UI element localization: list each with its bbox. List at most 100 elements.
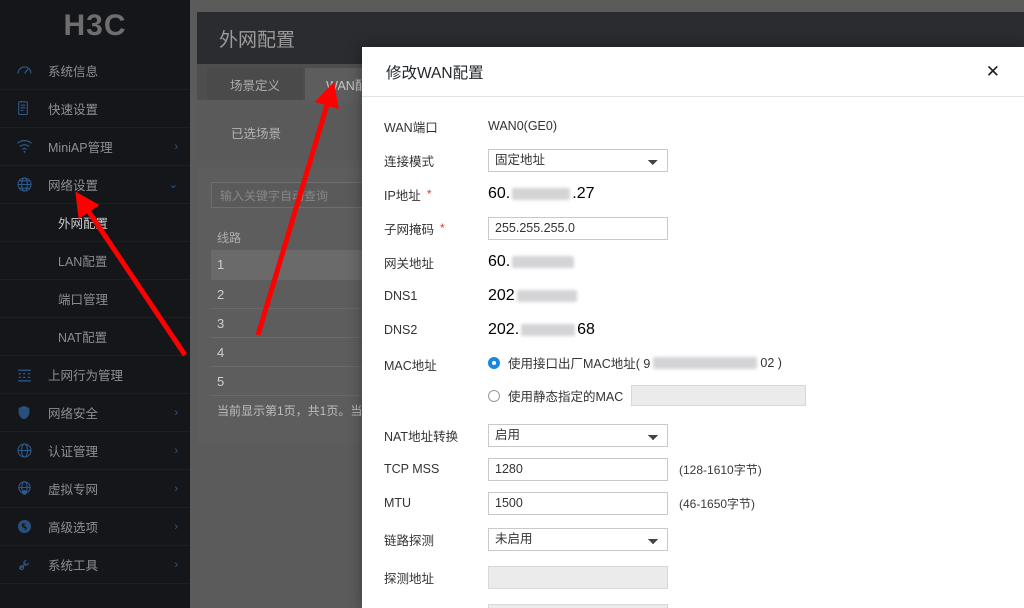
required-asterisk: *: [426, 187, 432, 201]
mac-factory-radio-row[interactable]: 使用接口出厂MAC地址( 9 02 ): [488, 353, 806, 372]
gateway-prefix: 60.: [488, 253, 511, 270]
probe-interval-input[interactable]: [488, 603, 668, 608]
field-label: 探测地址: [384, 571, 435, 586]
radio-selected-icon: [488, 356, 500, 369]
close-icon[interactable]: ✕: [980, 59, 1006, 84]
sidebar-item-label: MiniAP管理: [48, 141, 113, 155]
field-mac-address: MAC地址 使用接口出厂MAC地址( 9 02 ) 使用静态指定的MAC: [362, 353, 1024, 406]
sidebar-item-label: 上网行为管理: [48, 369, 124, 383]
vpn-icon: [16, 480, 40, 498]
sidebar: H3C 系统信息 快速设置 MiniAP管理 › 网络设置 ⌄ 外网配置 LAN…: [0, 0, 190, 608]
gauge-icon: [16, 62, 40, 80]
advanced-icon: [16, 518, 40, 536]
sidebar-item-system-tools[interactable]: 系统工具 ›: [0, 546, 190, 584]
sidebar-item-quick-setup[interactable]: 快速设置: [0, 90, 190, 128]
field-wan-port: WAN端口 WAN0(GE0): [362, 111, 1024, 141]
mtu-input[interactable]: [488, 491, 668, 515]
redacted-mask: [653, 356, 758, 369]
chevron-down-icon: ⌄: [168, 179, 178, 191]
cell-line: 4: [217, 344, 225, 360]
tcp-mss-input[interactable]: [488, 457, 668, 481]
field-label: TCP MSS: [384, 462, 440, 476]
field-label: NAT地址转换: [384, 429, 459, 444]
field-gateway: 网关地址 60.: [362, 247, 1024, 277]
sidebar-item-nat-peizhi[interactable]: NAT配置: [0, 318, 190, 356]
sidebar-item-label: 认证管理: [48, 445, 99, 459]
chevron-right-icon: ›: [174, 140, 178, 153]
redacted-mask: [516, 290, 577, 302]
chevron-right-icon: ›: [174, 520, 178, 533]
sidebar-item-behavior-management[interactable]: 上网行为管理: [0, 356, 190, 394]
sidebar-item-vpn[interactable]: 虚拟专网 ›: [0, 470, 190, 508]
edit-wan-config-dialog: 修改WAN配置 ✕ WAN端口 WAN0(GE0) 连接模式 固定地址 IP地址…: [362, 47, 1024, 608]
sidebar-item-advanced-options[interactable]: 高级选项 ›: [0, 508, 190, 546]
dns2-input[interactable]: 202. 68: [488, 321, 595, 339]
dns1-input[interactable]: 202: [488, 287, 577, 305]
tab-label: 场景定义: [229, 78, 280, 93]
cell-line: 5: [217, 373, 225, 389]
field-label: 网关地址: [384, 256, 435, 271]
subnet-mask-input[interactable]: [488, 216, 668, 240]
field-label-text: IP地址: [384, 188, 421, 203]
field-label: 连接模式: [384, 154, 435, 169]
brand-logo-text: H3C: [63, 9, 127, 42]
dialog-header: 修改WAN配置 ✕: [362, 47, 1024, 97]
field-ip-address: IP地址 * 60. .27: [362, 179, 1024, 209]
field-label: 链路探测: [384, 533, 435, 548]
quick-setup-icon: [16, 100, 40, 118]
sidebar-item-lan-peizhi[interactable]: LAN配置: [0, 242, 190, 280]
sidebar-item-network-settings[interactable]: 网络设置 ⌄: [0, 166, 190, 204]
dns1-prefix: 202: [488, 287, 515, 304]
field-link-detect: 链路探测 未启用: [362, 524, 1024, 554]
gateway-input[interactable]: 60.: [488, 253, 575, 271]
mac-factory-label-prefix: 使用接口出厂MAC地址( 9: [508, 357, 651, 371]
dialog-title: 修改WAN配置: [386, 64, 484, 82]
sidebar-item-label: 网络安全: [48, 407, 99, 421]
sidebar-item-label: 高级选项: [48, 521, 99, 535]
ip-address-input[interactable]: 60. .27: [488, 185, 595, 203]
dns2-suffix: 68: [577, 321, 595, 338]
field-tcp-mss: TCP MSS (128-1610字节): [362, 454, 1024, 484]
sidebar-item-label: 系统工具: [48, 559, 99, 573]
selected-scene-label: 已选场景: [231, 126, 282, 141]
field-label: MTU: [384, 496, 412, 510]
cell-line: 1: [217, 257, 225, 272]
tab-scene-definition[interactable]: 场景定义: [207, 68, 303, 100]
mac-static-radio-row[interactable]: 使用静态指定的MAC: [488, 385, 807, 406]
connection-mode-select[interactable]: 固定地址: [488, 148, 668, 172]
mac-factory-label-suffix: 02 ): [760, 355, 782, 370]
mac-static-label: 使用静态指定的MAC: [508, 390, 624, 404]
redacted-mask: [512, 188, 571, 200]
dialog-body: WAN端口 WAN0(GE0) 连接模式 固定地址 IP地址 * 60. .27…: [362, 97, 1024, 608]
behavior-icon: [16, 366, 40, 384]
probe-address-input[interactable]: [488, 565, 668, 589]
field-dns2: DNS2 202. 68: [362, 315, 1024, 345]
sidebar-item-auth-management[interactable]: 认证管理 ›: [0, 432, 190, 470]
shield-icon: [16, 404, 40, 422]
sidebar-item-label: 虚拟专网: [48, 483, 99, 497]
sidebar-sub-label: 外网配置: [58, 217, 109, 231]
sidebar-item-network-security[interactable]: 网络安全 ›: [0, 394, 190, 432]
app-root: H3C 系统信息 快速设置 MiniAP管理 › 网络设置 ⌄ 外网配置 LAN…: [0, 0, 1024, 608]
sidebar-item-miniap[interactable]: MiniAP管理 ›: [0, 128, 190, 166]
field-label: IP地址 *: [384, 185, 488, 204]
sidebar-sub-label: LAN配置: [58, 255, 108, 269]
sidebar-item-label: 快速设置: [48, 103, 99, 117]
field-subnet-mask: 子网掩码 *: [362, 213, 1024, 243]
sidebar-item-system-info[interactable]: 系统信息: [0, 52, 190, 90]
chevron-right-icon: ›: [174, 406, 178, 419]
sidebar-sub-label: NAT配置: [58, 331, 108, 345]
link-detect-select[interactable]: 未启用: [488, 527, 668, 551]
sidebar-item-waiwang-peizhi[interactable]: 外网配置: [0, 204, 190, 242]
field-label: DNS1: [384, 289, 418, 303]
wan-port-value: WAN0(GE0): [488, 119, 557, 133]
field-label-text: 子网掩码: [384, 222, 435, 237]
sidebar-item-port-management[interactable]: 端口管理: [0, 280, 190, 318]
chevron-right-icon: ›: [174, 482, 178, 495]
field-label: DNS2: [384, 323, 418, 337]
chevron-right-icon: ›: [174, 558, 178, 571]
field-label: 子网掩码 *: [384, 219, 488, 238]
page-title: 外网配置: [219, 29, 296, 51]
mac-static-input[interactable]: [631, 385, 807, 406]
nat-select[interactable]: 启用: [488, 423, 668, 447]
